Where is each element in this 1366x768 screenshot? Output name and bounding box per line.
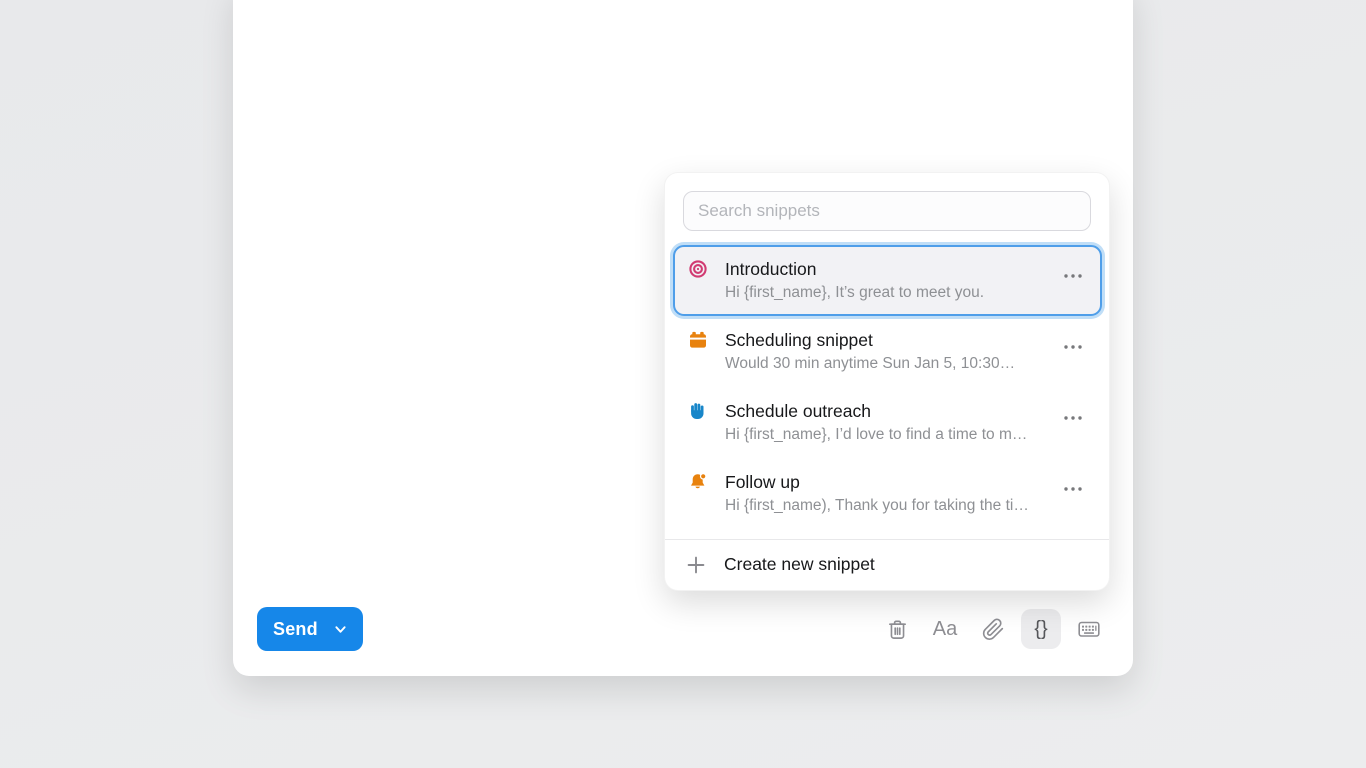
keyboard-button[interactable] xyxy=(1069,609,1109,649)
snippet-row-scheduling-snippet[interactable]: Scheduling snippet Would 30 min anytime … xyxy=(673,316,1102,387)
snippet-title: Introduction xyxy=(725,257,1041,281)
text-format-icon: Aa xyxy=(933,619,957,639)
snippet-preview: Hi {first_name}, I’d love to find a time… xyxy=(725,424,1041,446)
snippet-title: Scheduling snippet xyxy=(725,328,1041,352)
snippet-menu-button[interactable] xyxy=(1058,407,1088,429)
ellipsis-icon xyxy=(1062,343,1084,351)
snippets-button[interactable]: {} xyxy=(1021,609,1061,649)
plus-icon xyxy=(686,555,706,575)
snippet-row-follow-up[interactable]: Follow up Hi {first_name), Thank you for… xyxy=(673,458,1102,529)
snippet-title: Follow up xyxy=(725,470,1041,494)
snippets-icon: {} xyxy=(1034,619,1047,639)
snippet-menu-button[interactable] xyxy=(1058,478,1088,500)
hand-icon xyxy=(688,401,708,421)
trash-icon xyxy=(886,618,909,641)
attachment-button[interactable] xyxy=(973,609,1013,649)
snippet-preview: Would 30 min anytime Sun Jan 5, 10:30… xyxy=(725,353,1041,375)
search-input[interactable] xyxy=(683,191,1091,231)
snippet-preview: Hi {first_name}, It’s great to meet you. xyxy=(725,282,1041,304)
ellipsis-icon xyxy=(1062,414,1084,422)
send-button-label: Send xyxy=(273,619,318,640)
ellipsis-icon xyxy=(1062,272,1084,280)
calendar-icon xyxy=(688,330,708,350)
snippet-preview: Hi {first_name), Thank you for taking th… xyxy=(725,495,1041,517)
snippets-popup: Introduction Hi {first_name}, It’s great… xyxy=(664,172,1110,591)
snippet-menu-button[interactable] xyxy=(1058,336,1088,358)
snippet-row-introduction[interactable]: Introduction Hi {first_name}, It’s great… xyxy=(673,245,1102,316)
snippet-menu-button[interactable] xyxy=(1058,265,1088,287)
keyboard-icon xyxy=(1077,617,1101,641)
create-new-snippet-label: Create new snippet xyxy=(724,554,875,575)
create-new-snippet-button[interactable]: Create new snippet xyxy=(665,540,1109,590)
attachment-icon xyxy=(982,618,1005,641)
trash-button[interactable] xyxy=(877,609,917,649)
composer-toolbar: Aa {} xyxy=(877,607,1109,651)
ellipsis-icon xyxy=(1062,485,1084,493)
snippet-row-schedule-outreach[interactable]: Schedule outreach Hi {first_name}, I’d l… xyxy=(673,387,1102,458)
snippet-list: Introduction Hi {first_name}, It’s great… xyxy=(665,243,1109,529)
snippet-title: Schedule outreach xyxy=(725,399,1041,423)
send-button[interactable]: Send xyxy=(257,607,363,651)
bell-icon xyxy=(688,472,708,492)
text-format-button[interactable]: Aa xyxy=(925,609,965,649)
target-icon xyxy=(688,259,708,279)
chevron-down-icon xyxy=(333,622,348,637)
